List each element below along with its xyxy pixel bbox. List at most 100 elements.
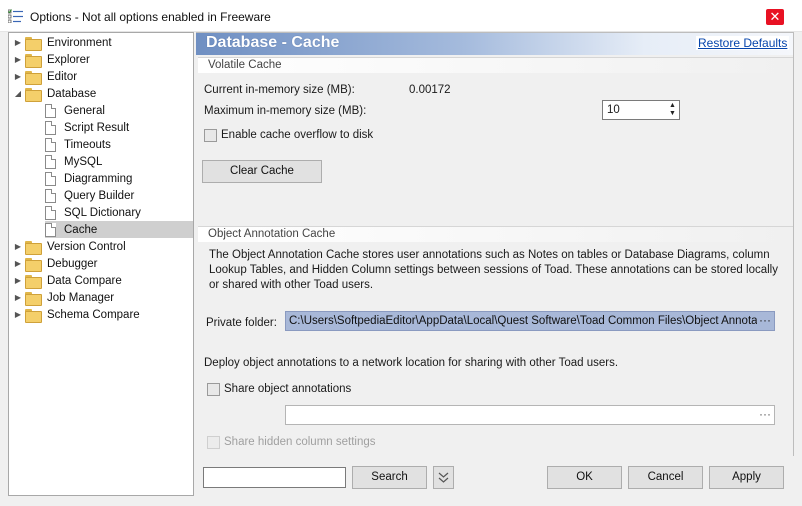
options-page: Database - Cache Restore Defaults Volati… bbox=[196, 32, 794, 456]
tree-item-label: Data Compare bbox=[47, 274, 122, 287]
tree-item-label: Environment bbox=[47, 36, 112, 49]
deploy-text: Deploy object annotations to a network l… bbox=[204, 357, 619, 369]
tree-item-label: Query Builder bbox=[64, 189, 135, 202]
search-button[interactable]: Search bbox=[352, 466, 427, 489]
tree-item-debugger[interactable]: ▶ Debugger bbox=[13, 255, 100, 272]
folder-icon bbox=[25, 70, 42, 85]
tree-item-label: General bbox=[64, 104, 105, 117]
spin-down-icon[interactable]: ▼ bbox=[667, 110, 678, 118]
expand-arrow-icon[interactable]: ▶ bbox=[13, 310, 23, 319]
tree-item-label: Editor bbox=[47, 70, 78, 83]
options-tree[interactable]: ▶ Environment ▶ Explorer ▶ Editor ◢ Database Gen… bbox=[8, 32, 194, 496]
max-size-label: Maximum in-memory size (MB): bbox=[204, 105, 367, 117]
tree-item-label: Version Control bbox=[47, 240, 126, 253]
browse-share-icon[interactable]: ··· bbox=[759, 407, 771, 421]
expand-arrow-icon[interactable]: ▶ bbox=[13, 72, 23, 81]
tree-item-explorer[interactable]: ▶ Explorer bbox=[13, 51, 92, 68]
tree-item-label: Job Manager bbox=[47, 291, 115, 304]
expand-arrow-icon[interactable]: ▶ bbox=[13, 259, 23, 268]
overflow-label[interactable]: Enable cache overflow to disk bbox=[221, 129, 373, 141]
page-icon bbox=[45, 171, 56, 186]
share-annotations-checkbox[interactable] bbox=[207, 383, 220, 396]
tree-item-diagramming[interactable]: Diagramming bbox=[45, 170, 134, 187]
folder-icon bbox=[25, 53, 42, 68]
page-icon bbox=[45, 103, 56, 118]
tree-item-sql-dictionary[interactable]: SQL Dictionary bbox=[45, 204, 143, 221]
ok-button[interactable]: OK bbox=[547, 466, 622, 489]
share-hidden-columns-label: Share hidden column settings bbox=[224, 436, 376, 448]
page-icon bbox=[45, 188, 56, 203]
private-folder-field[interactable]: C:\Users\SoftpediaEditor\AppData\Local\Q… bbox=[285, 311, 775, 331]
tree-item-label: Timeouts bbox=[64, 138, 111, 151]
folder-icon bbox=[25, 308, 42, 323]
close-button[interactable]: ✕ bbox=[766, 9, 784, 25]
tree-item-environment[interactable]: ▶ Environment bbox=[13, 34, 114, 51]
max-size-value: 10 bbox=[607, 104, 620, 116]
folder-icon bbox=[25, 257, 42, 272]
page-icon bbox=[45, 137, 56, 152]
expand-search-button[interactable] bbox=[433, 466, 454, 489]
collapse-arrow-icon[interactable]: ◢ bbox=[13, 89, 23, 98]
tree-item-general[interactable]: General bbox=[45, 102, 107, 119]
spin-up-icon[interactable]: ▲ bbox=[667, 102, 678, 110]
max-size-stepper[interactable]: 10 ▲ ▼ bbox=[602, 100, 680, 120]
apply-button[interactable]: Apply bbox=[709, 466, 784, 489]
tree-item-query-builder[interactable]: Query Builder bbox=[45, 187, 136, 204]
expand-arrow-icon[interactable]: ▶ bbox=[13, 276, 23, 285]
expand-arrow-icon[interactable]: ▶ bbox=[13, 242, 23, 251]
expand-arrow-icon[interactable]: ▶ bbox=[13, 38, 23, 47]
share-hidden-columns-checkbox bbox=[207, 436, 220, 449]
annotation-description: The Object Annotation Cache stores user … bbox=[209, 249, 778, 291]
tree-item-label: Database bbox=[47, 87, 97, 100]
share-location-field[interactable]: ··· bbox=[285, 405, 775, 425]
tree-item-data-compare[interactable]: ▶ Data Compare bbox=[13, 272, 124, 289]
cancel-button[interactable]: Cancel bbox=[628, 466, 703, 489]
overflow-checkbox[interactable] bbox=[204, 129, 217, 142]
window-title: Options - Not all options enabled in Fre… bbox=[30, 10, 271, 24]
clear-cache-button[interactable]: Clear Cache bbox=[202, 160, 322, 183]
tree-item-timeouts[interactable]: Timeouts bbox=[45, 136, 113, 153]
tree-item-label: Debugger bbox=[47, 257, 98, 270]
tree-item-label: Script Result bbox=[64, 121, 130, 134]
tree-item-label: Explorer bbox=[47, 53, 90, 66]
title-bar: Options - Not all options enabled in Fre… bbox=[0, 0, 802, 32]
tree-item-label: MySQL bbox=[64, 155, 103, 168]
volatile-cache-title: Volatile Cache bbox=[208, 59, 282, 71]
search-input[interactable] bbox=[203, 467, 346, 488]
tree-item-mysql[interactable]: MySQL bbox=[45, 153, 104, 170]
private-folder-path: C:\Users\SoftpediaEditor\AppData\Local\Q… bbox=[289, 315, 757, 327]
restore-defaults-link[interactable]: Restore Defaults bbox=[696, 36, 790, 50]
private-folder-label: Private folder: bbox=[206, 317, 277, 329]
folder-icon bbox=[25, 36, 42, 51]
double-chevron-down-icon bbox=[438, 472, 449, 483]
browse-folder-icon[interactable]: ··· bbox=[759, 313, 771, 327]
tree-item-label: SQL Dictionary bbox=[64, 206, 141, 219]
close-icon: ✕ bbox=[769, 9, 781, 24]
volatile-cache-header: Volatile Cache bbox=[198, 57, 793, 73]
tree-item-version-control[interactable]: ▶ Version Control bbox=[13, 238, 128, 255]
folder-icon bbox=[25, 240, 42, 255]
expand-arrow-icon[interactable]: ▶ bbox=[13, 55, 23, 64]
tree-item-label: Schema Compare bbox=[47, 308, 140, 321]
tree-item-job-manager[interactable]: ▶ Job Manager bbox=[13, 289, 116, 306]
options-checklist-icon bbox=[8, 9, 23, 23]
tree-item-script-result[interactable]: Script Result bbox=[45, 119, 131, 136]
current-size-label: Current in-memory size (MB): bbox=[204, 84, 355, 96]
page-icon bbox=[45, 120, 56, 135]
tree-item-cache[interactable]: Cache bbox=[45, 221, 193, 238]
share-annotations-label[interactable]: Share object annotations bbox=[224, 383, 351, 395]
page-icon bbox=[45, 205, 56, 220]
annotation-cache-title: Object Annotation Cache bbox=[208, 228, 336, 240]
tree-item-editor[interactable]: ▶ Editor bbox=[13, 68, 79, 85]
folder-icon bbox=[25, 291, 42, 306]
tree-item-label: Cache bbox=[64, 223, 98, 236]
page-title: Database - Cache bbox=[206, 34, 340, 51]
folder-icon bbox=[25, 274, 42, 289]
expand-arrow-icon[interactable]: ▶ bbox=[13, 293, 23, 302]
tree-item-label: Diagramming bbox=[64, 172, 133, 185]
tree-item-database[interactable]: ◢ Database bbox=[13, 85, 98, 102]
current-size-value: 0.00172 bbox=[409, 84, 451, 96]
tree-item-schema-compare[interactable]: ▶ Schema Compare bbox=[13, 306, 142, 323]
page-icon bbox=[45, 154, 56, 169]
annotation-cache-header: Object Annotation Cache bbox=[198, 226, 793, 242]
